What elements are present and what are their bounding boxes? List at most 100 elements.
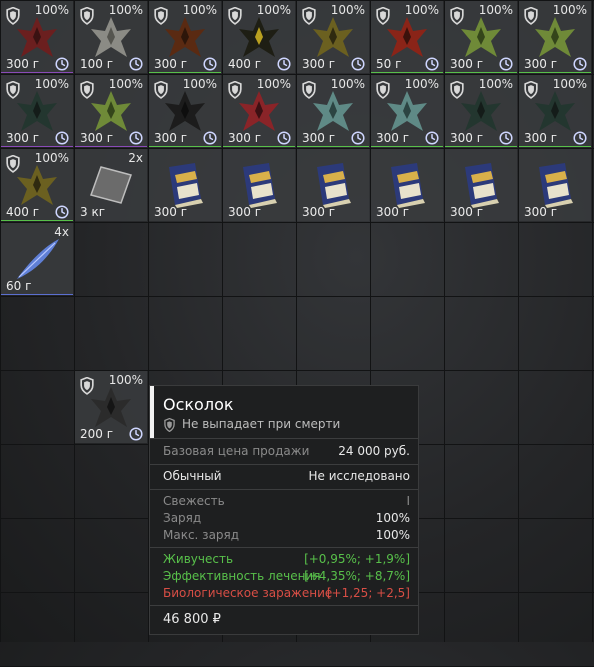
item-weight: 50 г: [376, 57, 402, 71]
sell-price: 46 800 ₽: [163, 612, 221, 627]
item-charge: 100%: [552, 77, 587, 91]
item-image: [161, 161, 209, 209]
clock-icon: [277, 56, 291, 71]
inventory-item[interactable]: 100% 300 г: [519, 1, 591, 73]
inventory-item[interactable]: 300 г: [371, 149, 443, 221]
max-charge-value: 100%: [375, 528, 410, 542]
item-weight: 60 г: [6, 279, 32, 293]
inventory-item[interactable]: 100% 300 г: [371, 75, 443, 147]
inventory-item[interactable]: 300 г: [519, 149, 591, 221]
item-image: [13, 235, 61, 283]
charge-value: 100%: [375, 511, 410, 525]
shield-icon: [6, 154, 20, 173]
item-weight: 300 г: [524, 205, 558, 219]
inventory-item[interactable]: 100% 100 г: [75, 1, 147, 73]
rarity-underline: [1, 220, 73, 221]
rarity-underline: [1, 146, 73, 147]
inventory-item[interactable]: 100% 300 г: [149, 1, 221, 73]
inventory-item[interactable]: 100% 400 г: [223, 1, 295, 73]
inventory-item[interactable]: 100% 300 г: [223, 75, 295, 147]
inventory-item[interactable]: 300 г: [445, 149, 517, 221]
item-weight: 300 г: [524, 57, 558, 71]
inventory-item[interactable]: 100% 300 г: [519, 75, 591, 147]
shield-icon: [376, 80, 390, 99]
inventory-item[interactable]: 100% 300 г: [149, 75, 221, 147]
divider: [150, 489, 418, 490]
shield-icon: [376, 6, 390, 25]
item-weight: 300 г: [524, 131, 558, 145]
divider: [150, 438, 418, 439]
inventory-item[interactable]: 100% 400 г: [1, 149, 73, 221]
item-image: [235, 13, 283, 61]
inventory-item[interactable]: 2x 3 кг: [75, 149, 147, 221]
rarity-underline: [149, 72, 221, 73]
inventory-item[interactable]: 100% 300 г: [297, 75, 369, 147]
inventory-item[interactable]: 100% 50 г: [371, 1, 443, 73]
item-weight: 400 г: [6, 205, 40, 219]
rarity-row: Обычный Не исследовано: [163, 469, 410, 485]
clock-icon: [573, 130, 587, 145]
item-image: [457, 87, 505, 135]
rarity-underline: [223, 146, 295, 147]
rarity-label: Обычный: [163, 469, 222, 483]
item-weight: 300 г: [6, 131, 40, 145]
bio-value: [+1,25; +2,5]: [326, 586, 410, 600]
shield-icon: [154, 80, 168, 99]
item-weight: 3 кг: [80, 205, 106, 219]
clock-icon: [129, 56, 143, 71]
divider: [150, 464, 418, 465]
inventory-item[interactable]: 100% 300 г: [297, 1, 369, 73]
shield-icon: [302, 6, 316, 25]
clock-icon: [203, 56, 217, 71]
freshness-label: Свежесть: [163, 494, 225, 508]
item-image: [235, 87, 283, 135]
item-image: [87, 13, 135, 61]
item-charge: 100%: [404, 77, 439, 91]
item-count: 2x: [128, 151, 143, 165]
inventory-item[interactable]: 4x 60 г: [1, 223, 73, 295]
inventory-item[interactable]: 100% 200 г: [75, 371, 147, 443]
inventory-item[interactable]: 100% 300 г: [445, 1, 517, 73]
charge-row: Заряд 100%: [163, 511, 410, 527]
item-charge: 100%: [108, 373, 143, 387]
clock-icon: [425, 56, 439, 71]
item-image: [87, 161, 135, 209]
inventory-item[interactable]: 300 г: [149, 149, 221, 221]
item-image: [309, 161, 357, 209]
inventory-item[interactable]: 100% 300 г: [1, 75, 73, 147]
item-weight: 300 г: [228, 131, 262, 145]
item-count: 4x: [54, 225, 69, 239]
shield-icon: [80, 376, 94, 395]
rarity-underline: [371, 146, 443, 147]
item-weight: 300 г: [302, 57, 336, 71]
inventory-item[interactable]: 100% 300 г: [1, 1, 73, 73]
item-weight: 300 г: [302, 131, 336, 145]
shield-icon: [80, 80, 94, 99]
item-image: [309, 87, 357, 135]
item-charge: 100%: [552, 3, 587, 17]
item-charge: 100%: [330, 3, 365, 17]
rarity-stripe: [150, 386, 154, 438]
inventory-item[interactable]: 300 г: [297, 149, 369, 221]
item-charge: 100%: [34, 77, 69, 91]
item-image: [531, 87, 579, 135]
item-charge: 100%: [404, 3, 439, 17]
clock-icon: [351, 56, 365, 71]
clock-icon: [499, 56, 513, 71]
inventory-item[interactable]: 300 г: [223, 149, 295, 221]
rarity-underline: [445, 146, 517, 147]
inventory-item[interactable]: 100% 300 г: [445, 75, 517, 147]
rarity-underline: [371, 72, 443, 73]
bio-row: Биологическое заражение [+1,25; +2,5]: [163, 586, 410, 602]
inventory-item[interactable]: 100% 300 г: [75, 75, 147, 147]
shield-icon: [302, 80, 316, 99]
clock-icon: [55, 56, 69, 71]
item-weight: 300 г: [450, 131, 484, 145]
clock-icon: [425, 130, 439, 145]
rarity-underline: [149, 146, 221, 147]
charge-label: Заряд: [163, 511, 202, 525]
freshness-value: I: [406, 494, 410, 508]
item-image: [531, 13, 579, 61]
shield-icon: [524, 80, 538, 99]
rarity-underline: [519, 72, 591, 73]
